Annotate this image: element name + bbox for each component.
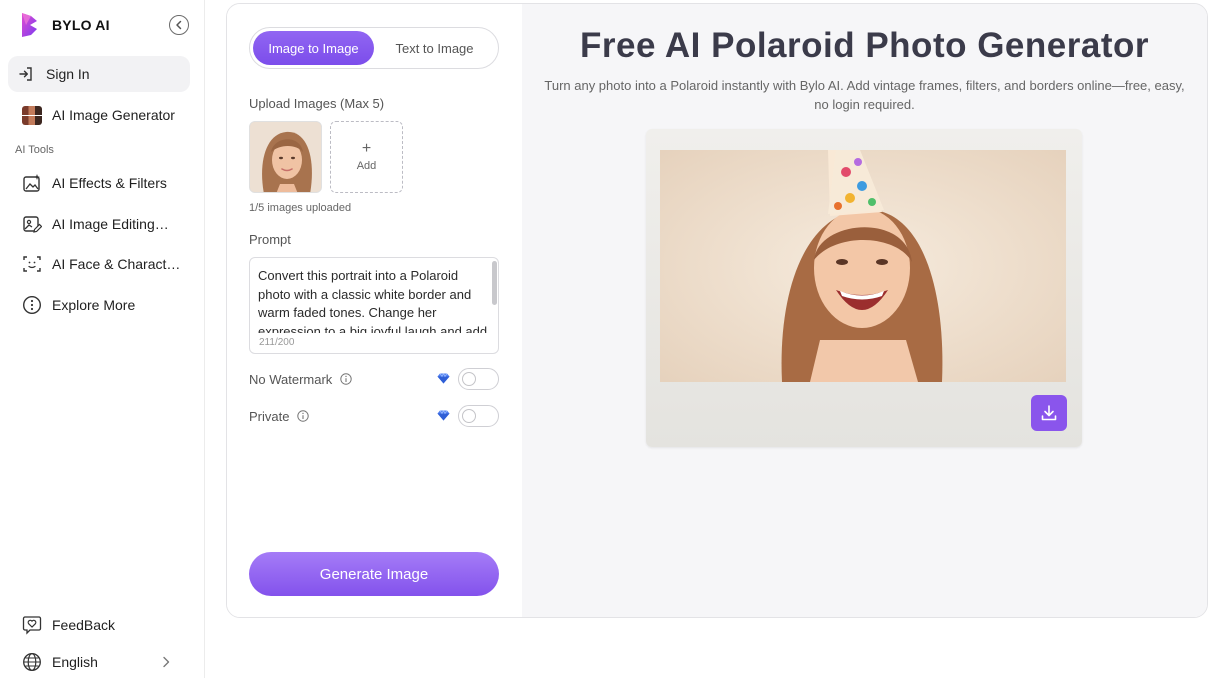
option-label: No Watermark xyxy=(249,371,333,387)
sidebar: BYLO AI Sign In AI Image Generator AI To… xyxy=(0,0,205,678)
prompt-input[interactable]: Convert this portrait into a Polaroid ph… xyxy=(258,267,488,333)
chevron-left-icon xyxy=(176,20,182,30)
plus-icon: + xyxy=(361,140,372,157)
tab-image-to-image[interactable]: Image to Image xyxy=(253,31,374,65)
image-edit-icon xyxy=(23,216,42,233)
option-label: Private xyxy=(249,408,290,424)
page-subtitle: Turn any photo into a Polaroid instantly… xyxy=(544,78,1185,112)
upload-count: 1/5 images uploaded xyxy=(249,202,352,214)
generate-image-button[interactable]: Generate Image xyxy=(249,552,499,596)
prompt-label: Prompt xyxy=(249,232,291,247)
generator-card: Image to Image Text to Image Upload Imag… xyxy=(226,3,1208,618)
tab-text-to-image[interactable]: Text to Image xyxy=(374,31,495,65)
feedback-label: FeedBack xyxy=(52,617,116,633)
preview-panel: Free AI Polaroid Photo Generator Turn an… xyxy=(522,4,1207,617)
premium-diamond-icon xyxy=(437,410,450,421)
generated-image xyxy=(660,150,1066,382)
upload-label: Upload Images (Max 5) xyxy=(249,96,385,111)
private-toggle[interactable] xyxy=(458,405,499,427)
nav-label: AI Face & Charact… xyxy=(52,256,181,272)
add-label: Add xyxy=(356,160,377,172)
image-grid-icon xyxy=(22,105,42,125)
generated-polaroid-photo[interactable] xyxy=(660,150,1066,382)
info-icon[interactable] xyxy=(297,410,310,422)
settings-panel: Image to Image Text to Image Upload Imag… xyxy=(227,4,522,617)
polaroid-result-frame xyxy=(646,129,1082,447)
bylo-logo-icon xyxy=(22,13,37,37)
sparkle-image-icon xyxy=(23,174,40,192)
nav-label: Explore More xyxy=(52,297,136,313)
brand[interactable]: BYLO AI xyxy=(20,12,110,38)
nav-ai-image-generator[interactable]: AI Image Generator xyxy=(22,105,190,125)
page-title: Free AI Polaroid Photo Generator xyxy=(580,26,1149,65)
uploaded-image-thumbnail[interactable] xyxy=(249,121,322,193)
nav-label: AI Image Generator xyxy=(52,107,175,123)
collapse-sidebar-button[interactable] xyxy=(169,15,189,35)
brand-name: BYLO AI xyxy=(52,17,110,33)
face-scan-icon xyxy=(23,256,41,272)
toggle-knob xyxy=(462,409,476,423)
feedback-button[interactable]: FeedBack xyxy=(22,615,190,635)
sign-in-icon xyxy=(19,67,32,81)
globe-icon xyxy=(23,653,41,671)
premium-diamond-icon xyxy=(437,373,450,384)
chevron-right-icon[interactable] xyxy=(160,655,172,669)
option-private: Private xyxy=(249,405,499,427)
language-label: English xyxy=(52,654,98,670)
add-image-button[interactable]: + Add xyxy=(330,121,403,193)
nav-ai-image-editing[interactable]: AI Image Editing… xyxy=(22,214,190,234)
sign-in-label: Sign In xyxy=(46,66,90,82)
char-count: 211/200 xyxy=(259,337,295,348)
nav-label: AI Image Editing… xyxy=(52,216,169,232)
info-icon[interactable] xyxy=(340,373,353,385)
portrait-thumbnail-image xyxy=(250,122,321,192)
nav-ai-face-character[interactable]: AI Face & Charact… xyxy=(22,254,190,274)
download-button[interactable] xyxy=(1031,395,1067,431)
feedback-heart-icon xyxy=(22,616,42,635)
sign-in-button[interactable]: Sign In xyxy=(8,56,190,92)
mode-toggle: Image to Image Text to Image xyxy=(249,27,499,69)
download-icon xyxy=(1041,405,1057,421)
section-label-ai-tools: AI Tools xyxy=(15,144,54,156)
nav-ai-effects-filters[interactable]: AI Effects & Filters xyxy=(22,173,190,193)
no-watermark-toggle[interactable] xyxy=(458,368,499,390)
prompt-box: Convert this portrait into a Polaroid ph… xyxy=(249,257,499,354)
toggle-knob xyxy=(462,372,476,386)
nav-label: AI Effects & Filters xyxy=(52,175,167,191)
option-no-watermark: No Watermark xyxy=(249,368,499,390)
more-circle-icon xyxy=(22,295,42,315)
nav-explore-more[interactable]: Explore More xyxy=(22,295,190,315)
prompt-scrollbar[interactable] xyxy=(492,261,497,305)
